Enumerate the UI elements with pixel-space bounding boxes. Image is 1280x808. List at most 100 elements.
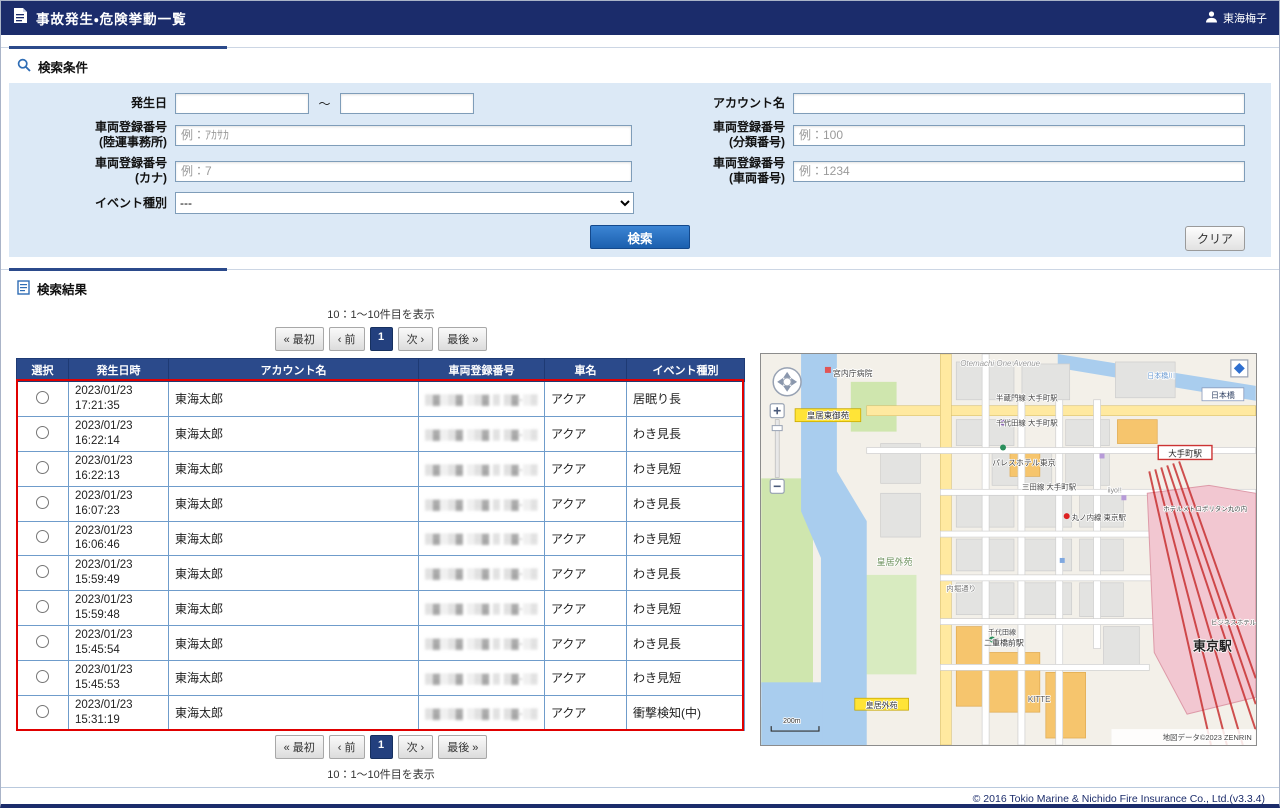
- app-header: 事故発生・危険挙動一覧 東海梅子: [1, 1, 1279, 35]
- car-name-cell: アクア: [545, 451, 627, 486]
- row-select-radio[interactable]: [36, 530, 49, 543]
- col-event-type: イベント種別: [627, 359, 745, 382]
- event-type-cell: わき見長: [627, 626, 745, 661]
- reg-office-input[interactable]: [175, 125, 632, 146]
- account-cell: 東海太郎: [169, 591, 419, 626]
- date-separator: ～: [318, 97, 330, 111]
- row-select-radio[interactable]: [36, 565, 49, 578]
- table-row: 2023/01/2317:21:35 東海太郎 ▒▓░▒▓ ░▒▓ ▒ ▒▓-░…: [17, 382, 745, 417]
- page-next-button[interactable]: 次 ›: [398, 735, 434, 759]
- map-pan-control[interactable]: [773, 368, 801, 396]
- col-datetime: 発生日時: [69, 359, 169, 382]
- date-from-input[interactable]: [175, 93, 309, 114]
- results-left: 10：1～10件目を表示 « 最初 ‹ 前 1 次 › 最後 » 選択: [16, 305, 746, 787]
- account-cell: 東海太郎: [169, 521, 419, 556]
- search-button[interactable]: 検索: [590, 225, 690, 249]
- page-first-button[interactable]: « 最初: [275, 327, 324, 351]
- row-select-radio[interactable]: [36, 461, 49, 474]
- map-svg: 皇居東御苑 日本橋 大手町駅 皇居外苑 Otemachi One Avenue …: [761, 354, 1256, 745]
- result-count-top: 10：1～10件目を表示: [16, 306, 746, 322]
- select-cell[interactable]: [17, 661, 69, 696]
- map-label: 日本橋川: [1147, 371, 1175, 380]
- map-zoom-in-button[interactable]: [770, 404, 784, 418]
- row-select-radio[interactable]: [36, 635, 49, 648]
- col-account: アカウント名: [169, 359, 419, 382]
- search-section-rule: [1, 47, 1279, 48]
- select-cell[interactable]: [17, 416, 69, 451]
- car-name-cell: アクア: [545, 591, 627, 626]
- table-row: 2023/01/2316:22:14 東海太郎 ▒▓░▒▓ ░▒▓ ▒ ▒▓-░…: [17, 416, 745, 451]
- datetime-cell: 2023/01/2315:45:53: [69, 661, 169, 696]
- account-name-input[interactable]: [793, 93, 1245, 114]
- map-zoom-slider-handle[interactable]: [772, 426, 782, 431]
- map-label-tokyo-station: 東京駅: [1193, 638, 1232, 653]
- select-cell[interactable]: [17, 556, 69, 591]
- car-name-cell: アクア: [545, 695, 627, 730]
- svg-text:皇居東御苑: 皇居東御苑: [807, 411, 850, 421]
- page-last-button[interactable]: 最後 »: [438, 735, 487, 759]
- row-select-radio[interactable]: [36, 426, 49, 439]
- select-cell[interactable]: [17, 521, 69, 556]
- reg-number-input[interactable]: [793, 161, 1245, 182]
- row-select-radio[interactable]: [36, 600, 49, 613]
- search-icon: [17, 58, 31, 75]
- event-type-label: イベント種別: [17, 196, 175, 211]
- event-type-cell: わき見長: [627, 486, 745, 521]
- clear-button[interactable]: クリア: [1185, 226, 1245, 251]
- row-select-radio[interactable]: [36, 496, 49, 509]
- map-badge-higashi-gyoen: 皇居東御苑: [795, 409, 861, 422]
- page-current: 1: [370, 735, 393, 759]
- select-cell[interactable]: [17, 695, 69, 730]
- select-cell[interactable]: [17, 626, 69, 661]
- map-label: 二重橋前駅: [984, 638, 1024, 648]
- account-cell: 東海太郎: [169, 556, 419, 591]
- datetime-cell: 2023/01/2315:59:49: [69, 556, 169, 591]
- svg-text:200m: 200m: [783, 718, 801, 725]
- account-cell: 東海太郎: [169, 451, 419, 486]
- reg-kana-input[interactable]: [175, 161, 632, 182]
- map-badge-kokyo-gaien: 皇居外苑: [855, 698, 909, 710]
- registration-cell: ▒▓░▒▓ ░▒▓ ▒ ▒▓-░▒: [419, 661, 545, 696]
- registration-cell: ▒▓░▒▓ ░▒▓ ▒ ▒▓-░▒: [419, 695, 545, 730]
- select-cell[interactable]: [17, 382, 69, 417]
- registration-cell: ▒▓░▒▓ ░▒▓ ▒ ▒▓-░▒: [419, 382, 545, 417]
- user-area[interactable]: 東海梅子: [1205, 10, 1267, 26]
- user-icon: [1205, 10, 1218, 26]
- row-select-radio[interactable]: [36, 391, 49, 404]
- map-label: KITTE: [1028, 695, 1051, 704]
- page-next-button[interactable]: 次 ›: [398, 327, 434, 351]
- select-cell[interactable]: [17, 486, 69, 521]
- reg-class-input[interactable]: [793, 125, 1245, 146]
- map-zoom-out-button[interactable]: [770, 479, 784, 493]
- svg-text:地図データ©2023 ZENRIN: 地図データ©2023 ZENRIN: [1163, 732, 1252, 742]
- occur-date-label: 発生日: [17, 96, 175, 111]
- event-type-cell: わき見短: [627, 591, 745, 626]
- page-first-button[interactable]: « 最初: [275, 735, 324, 759]
- event-type-select[interactable]: ---: [175, 192, 634, 214]
- row-select-radio[interactable]: [36, 705, 49, 718]
- row-select-radio[interactable]: [36, 670, 49, 683]
- registration-cell: ▒▓░▒▓ ░▒▓ ▒ ▒▓-░▒: [419, 521, 545, 556]
- select-cell[interactable]: [17, 451, 69, 486]
- event-type-cell: わき見短: [627, 451, 745, 486]
- svg-text:大手町駅: 大手町駅: [1168, 448, 1202, 458]
- datetime-cell: 2023/01/2316:06:46: [69, 521, 169, 556]
- table-header-row: 選択 発生日時 アカウント名 車両登録番号 車名 イベント種別: [17, 359, 745, 382]
- select-cell[interactable]: [17, 591, 69, 626]
- page-prev-button[interactable]: ‹ 前: [329, 327, 365, 351]
- map-label: 千代田線: [988, 628, 1016, 637]
- car-name-cell: アクア: [545, 556, 627, 591]
- event-type-cell: 衝撃検知(中): [627, 695, 745, 730]
- page-prev-button[interactable]: ‹ 前: [329, 735, 365, 759]
- map-panel[interactable]: 皇居東御苑 日本橋 大手町駅 皇居外苑 Otemachi One Avenue …: [760, 353, 1257, 746]
- map-label: パレスホテル東京: [992, 457, 1056, 467]
- copyright-text: © 2016 Tokio Marine & Nichido Fire Insur…: [973, 793, 1265, 805]
- map-mode-button[interactable]: [1231, 360, 1248, 377]
- page-last-button[interactable]: 最後 »: [438, 327, 487, 351]
- results-section-rule: [1, 269, 1279, 270]
- svg-text:日本橋: 日本橋: [1211, 390, 1235, 400]
- result-count-bottom: 10：1～10件目を表示: [16, 766, 746, 782]
- occur-date-fields: ～: [175, 93, 643, 114]
- pagination-top: « 最初 ‹ 前 1 次 › 最後 »: [16, 327, 746, 351]
- date-to-input[interactable]: [340, 93, 474, 114]
